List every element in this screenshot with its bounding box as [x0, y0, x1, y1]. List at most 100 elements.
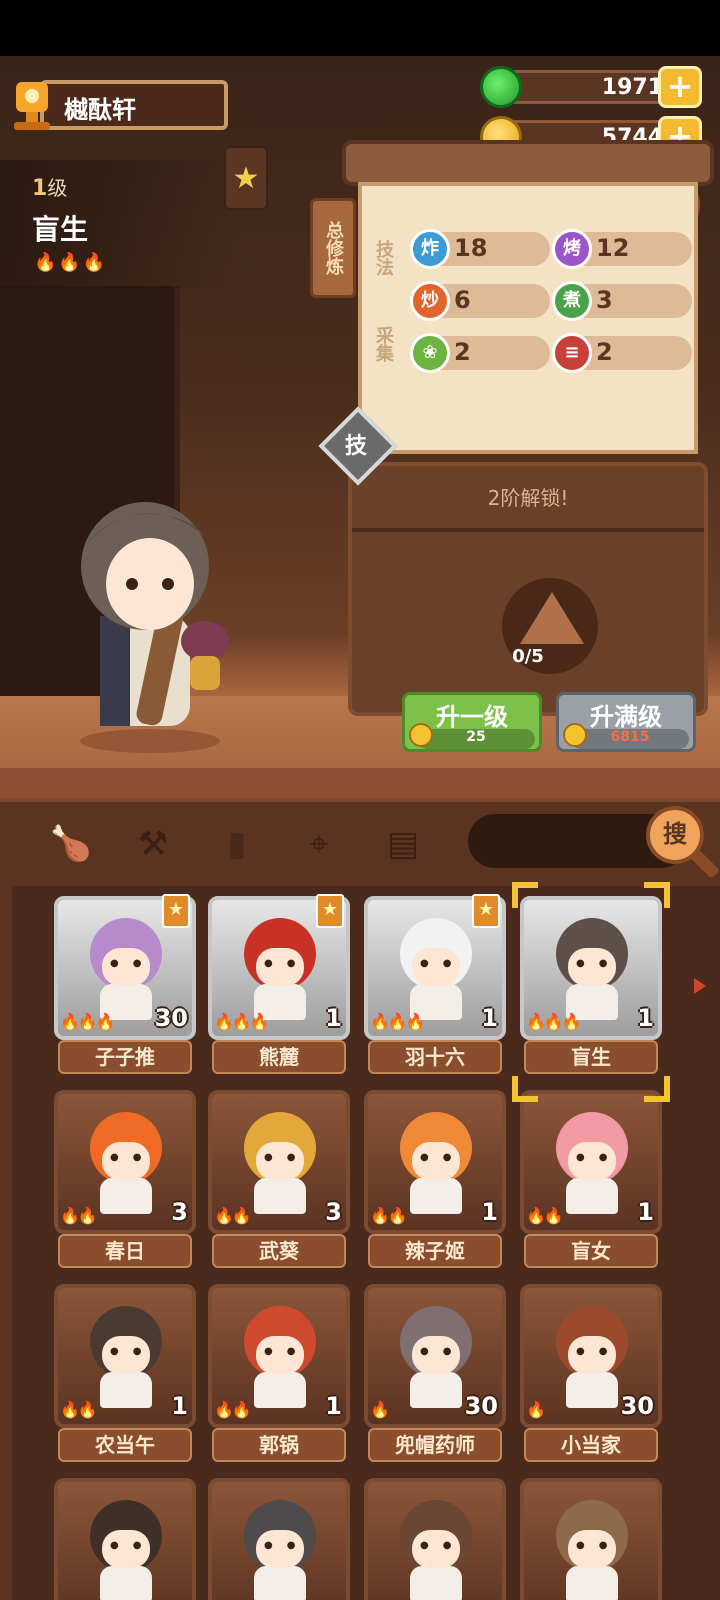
chef-eyes: ●●	[576, 1346, 622, 1357]
chef-eyes: ●●	[576, 1152, 622, 1163]
chef-eyes: ●●	[110, 958, 156, 969]
chef-name: 辣子姬	[405, 1239, 465, 1263]
flame-rating: 🔥🔥	[526, 1206, 564, 1225]
stirfry-icon: 炒	[410, 281, 450, 321]
chef-level: 1	[325, 1392, 342, 1420]
chef-body	[410, 1372, 462, 1408]
upgrade-one-button[interactable]: 升一级 25	[402, 692, 542, 752]
level-display: 1级	[32, 176, 68, 201]
chef-body	[254, 1566, 306, 1600]
chef-eyes: ●●	[576, 1540, 622, 1551]
status-bar	[0, 0, 720, 56]
chef-nameplate: 羽十六	[368, 1040, 502, 1074]
fry-icon: 炸	[410, 229, 450, 269]
chef-level: 30	[464, 1392, 498, 1420]
chef-eyes: ●●	[110, 1540, 156, 1551]
star-icon: ★	[232, 160, 260, 196]
tech-unlock-panel: 2阶解锁! 0/5	[348, 462, 708, 716]
boil-icon: 煮	[552, 281, 592, 321]
chef-card[interactable]: ●● 🔥🔥 3 春日	[54, 1090, 196, 1270]
star-icon: ★	[316, 894, 344, 928]
jar-icon[interactable]: ▮	[214, 822, 260, 866]
chef-card[interactable]: ●●	[54, 1478, 196, 1600]
chef-card[interactable]: ●● 🔥🔥 1 农当午	[54, 1284, 196, 1464]
chef-eyes: ●●	[420, 1346, 466, 1357]
jade-amount: 1971	[601, 75, 663, 100]
stat-vegetable: ❀ 2	[410, 333, 550, 373]
chef-body	[254, 1372, 306, 1408]
total-training-tab[interactable]: 总修炼	[310, 198, 356, 298]
flame-rating: 🔥🔥🔥	[214, 1012, 270, 1031]
name-plate: 樾酞轩	[40, 80, 228, 130]
chef-card[interactable]: ●● 🔥🔥 3 武葵	[208, 1090, 350, 1270]
chef-body	[410, 1178, 462, 1214]
chef-nameplate: 农当午	[58, 1428, 192, 1462]
chef-eyes: ●●	[264, 1152, 310, 1163]
add-jade-button[interactable]: +	[658, 66, 702, 108]
skills-label: 技法	[373, 240, 394, 276]
unlock-text: 2阶解锁!	[487, 486, 569, 510]
chef-nameplate: 春日	[58, 1234, 192, 1268]
chef-card[interactable]: ●●	[208, 1478, 350, 1600]
upgrade-one-cost: 25	[417, 729, 535, 749]
scroll-right-arrow-icon[interactable]	[694, 978, 706, 994]
chef-card[interactable]: ●● ★ 🔥🔥🔥 30 子子推	[54, 894, 196, 1076]
restaurant-name-banner[interactable]: 樾酞轩	[6, 76, 228, 132]
chef-card[interactable]: ●●	[520, 1478, 662, 1600]
selection-corner	[512, 882, 538, 908]
chef-eyes: ●●	[264, 1540, 310, 1551]
restaurant-name: 樾酞轩	[64, 96, 136, 124]
chef-name: 盲生	[571, 1045, 611, 1069]
chef-nameplate: 熊麓	[212, 1040, 346, 1074]
chef-eyes: ●●	[420, 1152, 466, 1163]
drumstick-icon[interactable]: 🍗	[48, 822, 94, 866]
selection-corner	[644, 1076, 670, 1102]
chef-eyes: ●●	[420, 958, 466, 969]
scroll-paper	[358, 182, 698, 454]
spatula-icon[interactable]: ⚒	[130, 822, 176, 866]
chef-card[interactable]: ●●	[364, 1478, 506, 1600]
chef-nameplate: 兜帽药师	[368, 1428, 502, 1462]
chef-character-sprite[interactable]	[40, 466, 250, 756]
upgrade-max-button[interactable]: 升满级 6815	[556, 692, 696, 752]
selection-corner	[512, 1076, 538, 1102]
coin-icon	[563, 723, 587, 747]
chef-card[interactable]: ●● 🔥🔥🔥 1 盲生	[520, 896, 662, 1076]
flame-rating: 🔥🔥🔥	[34, 252, 108, 273]
chef-body	[100, 1178, 152, 1214]
chef-nameplate: 郭锅	[212, 1428, 346, 1462]
chef-name: 郭锅	[259, 1433, 299, 1457]
chef-nameplate: 子子推	[58, 1040, 192, 1074]
chef-card[interactable]: ●● 🔥 30 兜帽药师	[364, 1284, 506, 1464]
vegetable-icon: ❀	[410, 333, 450, 373]
tech-progress: 0/5	[512, 646, 544, 667]
chef-name: 小当家	[561, 1433, 621, 1457]
favorite-star-button[interactable]: ★	[224, 146, 268, 210]
chef-card[interactable]: ●● 🔥🔥 1 盲女	[520, 1090, 662, 1270]
star-icon: ★	[162, 894, 190, 928]
chef-nameplate: 盲女	[524, 1234, 658, 1268]
location-pin-icon[interactable]: ⌖	[296, 822, 342, 866]
chef-card[interactable]: ●● 🔥 30 小当家	[520, 1284, 662, 1464]
chef-card[interactable]: ●● ★ 🔥🔥🔥 1 熊麓	[208, 894, 350, 1076]
chef-level: 1	[481, 1198, 498, 1226]
gather-label: 采集	[373, 326, 394, 362]
flame-rating: 🔥🔥	[60, 1206, 98, 1225]
chef-name: 春日	[105, 1239, 145, 1263]
chef-card[interactable]: ●● ★ 🔥🔥🔥 1 羽十六	[364, 894, 506, 1076]
flame-rating: 🔥🔥	[214, 1400, 252, 1419]
chef-level: 1	[325, 1004, 342, 1032]
stat-roast: 烤 12	[552, 229, 692, 269]
flame-rating: 🔥🔥🔥	[370, 1012, 426, 1031]
tech-emblem-icon	[520, 592, 584, 644]
flame-rating: 🔥🔥	[370, 1206, 408, 1225]
chef-card[interactable]: ●● 🔥🔥 1 辣子姬	[364, 1090, 506, 1270]
chef-card[interactable]: ●● 🔥🔥 1 郭锅	[208, 1284, 350, 1464]
chef-nameplate: 武葵	[212, 1234, 346, 1268]
chef-name: 农当午	[95, 1433, 155, 1457]
search-button[interactable]: 搜	[646, 806, 704, 864]
character-level-panel: 1级 盲生 🔥🔥🔥	[0, 160, 240, 288]
chef-body	[566, 1178, 618, 1214]
map-icon[interactable]: ▤	[380, 822, 426, 866]
character-name: 盲生	[32, 213, 89, 246]
